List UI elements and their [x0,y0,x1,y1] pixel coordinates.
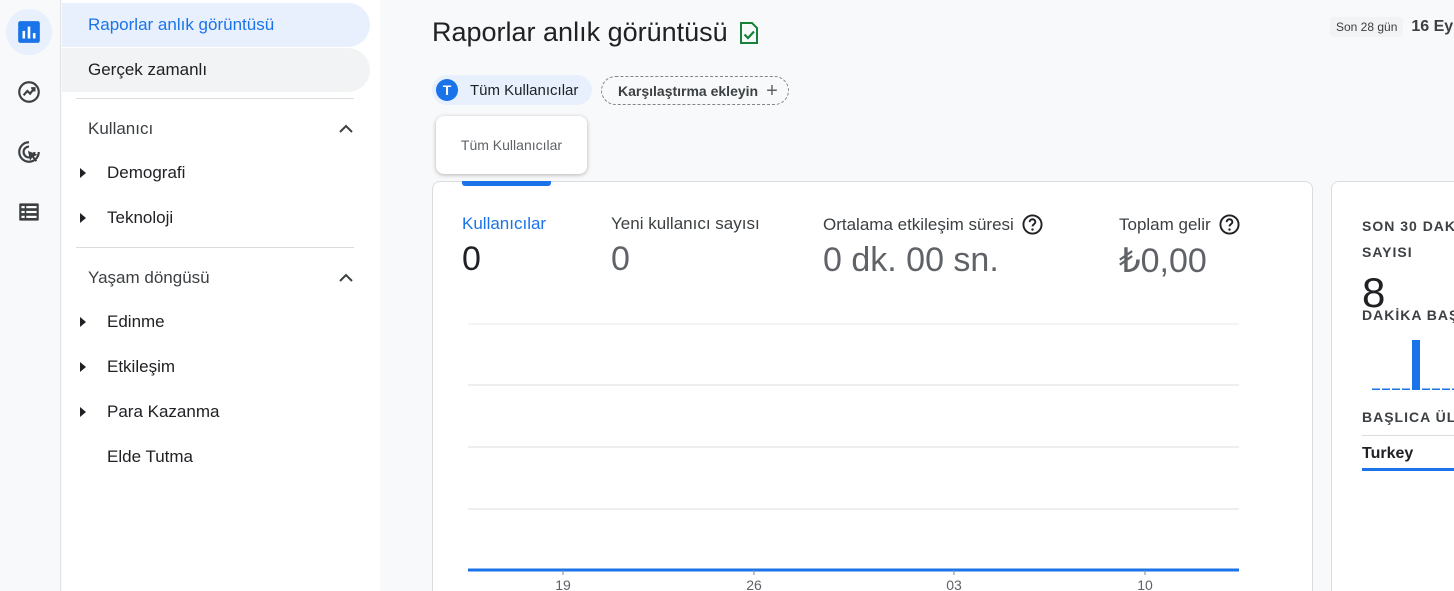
nav-item-demographics[interactable]: Demografi [78,162,185,184]
metric-label: Kullanıcılar [462,214,547,233]
metric-total-revenue[interactable]: Toplam gelir ₺0,00 [1119,214,1240,281]
chevron-up-icon [339,124,353,133]
chevron-up-icon [339,273,353,282]
users-line-chart: 19 26 03 10 [468,323,1239,591]
date-range-text: 16 Ey [1411,18,1454,35]
main-content: Raporlar anlık görüntüsü Son 28 gün 16 E… [380,0,1454,591]
active-tab-indicator [462,181,551,186]
add-comparison-button[interactable]: Karşılaştırma ekleyin + [601,76,789,105]
realtime-title: SON 30 DAKİ [1362,218,1454,234]
nav-item-label: Gerçek zamanlı [88,60,208,79]
advertising-button[interactable] [6,129,52,175]
minute-bar[interactable] [1412,340,1420,390]
add-comparison-label: Karşılaştırma ekleyin [618,82,759,99]
minute-bar[interactable] [1372,388,1380,391]
plus-icon: + [766,79,778,102]
x-tick-label: 19 [555,577,571,591]
reports-button[interactable] [6,9,52,55]
metric-avg-engagement[interactable]: Ortalama etkileşim süresi 0 dk. 00 sn. [823,214,1043,280]
metric-new-users[interactable]: Yeni kullanıcı sayısı 0 [611,214,760,279]
country-share-bar [1362,468,1454,471]
realtime-card: SON 30 DAKİ SAYISI 8 DAKİKA BAŞ BAŞLICA … [1331,181,1454,591]
nav-item-technology[interactable]: Teknoloji [78,207,173,229]
nav-item-label: Para Kazanma [107,402,220,421]
nav-item-monetization[interactable]: Para Kazanma [78,401,219,423]
nav-section-label: Yaşam döngüsü [88,268,210,287]
minute-bar[interactable] [1402,388,1410,391]
page-title-text: Raporlar anlık görüntüsü [432,17,728,47]
advertising-icon [18,141,40,163]
per-minute-bar-chart [1372,340,1454,391]
nav-divider [76,247,354,248]
minute-bar[interactable] [1432,388,1440,391]
minute-bar[interactable] [1442,388,1450,391]
nav-item-label: Demografi [107,163,186,182]
segment-avatar: T [436,79,458,101]
metric-value: 0 [611,240,630,278]
date-range-picker[interactable]: Son 28 gün 16 Ey [1330,17,1453,37]
nav-section-label: Kullanıcı [88,119,154,138]
verified-report-icon [739,21,758,44]
minute-bar[interactable] [1382,388,1390,391]
top-countries-label: BAŞLICA ÜL [1362,409,1454,425]
metric-label: Toplam gelir [1119,214,1240,235]
x-tick-label: 26 [746,577,762,591]
caret-right-icon [78,317,88,327]
tooltip-text: Tüm Kullanıcılar [460,137,563,153]
top-country[interactable]: Turkey [1362,445,1413,463]
nav-section-user[interactable]: Kullanıcı [88,118,354,140]
explore-icon [18,81,40,103]
metric-value: 0 [462,240,481,278]
metric-label: Yeni kullanıcı sayısı [611,214,760,233]
nav-item-snapshot[interactable]: Raporlar anlık görüntüsü [62,3,370,47]
metric-value: ₺0,00 [1119,242,1207,280]
minute-bar[interactable] [1392,388,1400,391]
nav-section-lifecycle[interactable]: Yaşam döngüsü [88,267,354,289]
nav-item-label: Teknoloji [107,208,174,227]
segment-chip-all-users[interactable]: T Tüm Kullanıcılar [432,75,593,105]
nav-item-realtime[interactable]: Gerçek zamanlı [62,48,370,92]
caret-right-icon [78,407,88,417]
reports-icon [18,21,40,43]
caret-right-icon [78,168,88,178]
icon-rail [0,0,61,591]
nav-item-retention[interactable]: Elde Tutma [78,446,193,468]
minute-bar[interactable] [1422,388,1430,391]
metric-value: 0 dk. 00 sn. [823,241,999,279]
explore-button[interactable] [6,69,52,115]
nav-item-label: Edinme [107,312,165,331]
nav-item-label: Etkileşim [107,357,176,376]
x-tick-label: 10 [1137,577,1153,591]
caret-right-icon [78,362,88,372]
reports-nav: Raporlar anlık görüntüsü Gerçek zamanlı … [62,0,380,591]
segment-tooltip: Tüm Kullanıcılar [436,116,587,174]
nav-item-label: Raporlar anlık görüntüsü [88,15,275,34]
caret-right-icon [78,213,88,223]
metric-users[interactable]: Kullanıcılar 0 [462,214,546,279]
nav-divider [76,98,354,99]
page-title: Raporlar anlık görüntüsü [432,17,760,48]
metric-label: Ortalama etkileşim süresi [823,214,1043,235]
help-icon[interactable] [1022,214,1043,235]
nav-item-engagement[interactable]: Etkileşim [78,356,175,378]
x-tick-label: 03 [946,577,962,591]
metrics-card: Kullanıcılar 0 Yeni kullanıcı sayısı 0 O… [432,181,1313,591]
realtime-divider [1362,435,1454,436]
help-icon[interactable] [1219,214,1240,235]
nav-item-acquisition[interactable]: Edinme [78,311,165,333]
per-minute-label: DAKİKA BAŞ [1362,307,1454,323]
nav-item-label: Elde Tutma [107,447,193,466]
segment-chip-label: Tüm Kullanıcılar [470,81,579,99]
configure-icon [19,203,39,221]
realtime-title-line2: SAYISI [1362,244,1413,260]
date-range-chip: Son 28 gün [1330,17,1404,37]
configure-button[interactable] [6,189,52,235]
